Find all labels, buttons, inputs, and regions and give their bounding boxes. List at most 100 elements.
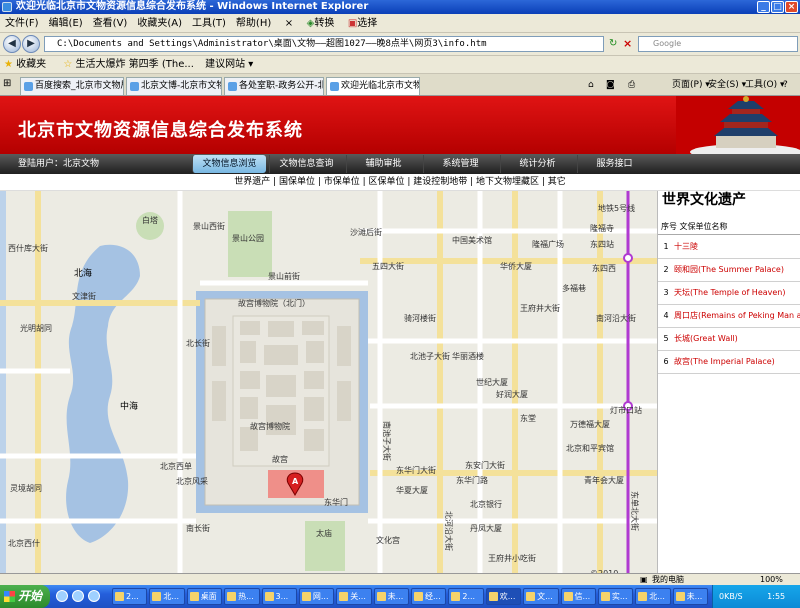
taskbar-button-label: 未...	[387, 592, 404, 601]
table-row[interactable]: 3 天坛(The Temple of Heaven)	[658, 282, 800, 305]
category-subnav[interactable]: 世界遗产 | 国保单位 | 市保单位 | 区保单位 | 建设控制地带 | 地下文…	[0, 174, 800, 191]
nav-system[interactable]: 系统管理	[423, 155, 497, 173]
table-row[interactable]: 5 长城(Great Wall)	[658, 328, 800, 351]
taskbar-window-button[interactable]: 2...	[448, 588, 484, 605]
table-row[interactable]: 1 十三陵	[658, 236, 800, 259]
close-window-button[interactable]: ×	[785, 1, 798, 13]
maximize-button[interactable]: □	[771, 1, 784, 13]
taskbar-window-button[interactable]: 文...	[523, 588, 559, 605]
nav-service[interactable]: 服务接口	[577, 155, 651, 173]
taskbar-window-button[interactable]: 北...	[149, 588, 185, 605]
panel-table-header: 序号 文保单位名称	[658, 219, 800, 235]
zoom-level[interactable]: 100%	[760, 574, 783, 585]
address-input[interactable]: C:\Documents and Settings\Administrator\…	[44, 36, 604, 52]
tab-baidu[interactable]: 百度搜索_北京市文物局	[20, 77, 124, 95]
site-link[interactable]: 故宫(The Imperial Palace)	[674, 357, 775, 366]
start-button[interactable]: 开始	[0, 585, 50, 608]
map-label: 北京西单	[160, 461, 192, 471]
taskbar-window-button[interactable]: 3...	[261, 588, 297, 605]
menu-close-x[interactable]: ×	[280, 14, 298, 33]
system-tray[interactable]: 0KB/S 1:55	[712, 585, 800, 608]
taskbar-window-button[interactable]: 未...	[373, 588, 409, 605]
map-label: 王府井小吃街	[488, 553, 536, 563]
tab-government[interactable]: 各处室职-政务公开-北京...	[224, 77, 324, 95]
feed-icon[interactable]: ◙	[606, 76, 615, 94]
menu-help[interactable]: 帮助(H)	[231, 14, 276, 33]
menu-view[interactable]: 查看(V)	[88, 14, 133, 33]
category-links[interactable]: 世界遗产 | 国保单位 | 市保单位 | 区保单位 | 建设控制地带 | 地下文…	[234, 177, 566, 187]
taskbar-window-button[interactable]: 网...	[298, 588, 335, 605]
map-label: 丹凤大厦	[470, 523, 502, 533]
taskbar-button-label: 关...	[350, 592, 366, 601]
help-icon[interactable]: ?	[783, 76, 788, 94]
nav-statistics[interactable]: 统计分析	[500, 155, 574, 173]
ie-quicklaunch-icon[interactable]	[56, 590, 68, 602]
map-label: 多福巷	[562, 283, 586, 293]
window-icon	[600, 592, 610, 601]
refresh-icon[interactable]: ↻	[609, 38, 617, 49]
desktop-quicklaunch-icon[interactable]	[72, 590, 84, 602]
tools-menu[interactable]: 工具(O) ▾	[745, 76, 785, 94]
map-label: 中国美术馆	[452, 235, 492, 245]
taskbar-window-button[interactable]: 关...	[336, 588, 372, 605]
taskbar-window-button[interactable]: 未...	[672, 588, 708, 605]
table-row[interactable]: 4 周口店(Remains of Peking Man at Zhoukoudia…	[658, 305, 800, 328]
taskbar-button-label: 北...	[649, 592, 665, 601]
map-canvas[interactable]: A 西什库大街 中海 北海 白塔 景山公园 景山西街 景山前街 故宫博物院（北门…	[0, 191, 657, 580]
site-link[interactable]: 颐和园(The Summer Palace)	[674, 265, 784, 274]
taskbar-window-button[interactable]: 2...	[112, 588, 148, 605]
window-title-bar[interactable]: 欢迎光临北京市文物资源信息综合发布系统 - Windows Internet E…	[0, 0, 800, 14]
search-placeholder: Google	[653, 39, 682, 48]
favorites-button[interactable]: ★ 收藏夹	[0, 59, 46, 70]
window-title: 欢迎光临北京市文物资源信息综合发布系统 - Windows Internet E…	[16, 1, 369, 12]
site-link[interactable]: 长城(Great Wall)	[674, 334, 738, 343]
site-link[interactable]: 天坛(The Temple of Heaven)	[674, 288, 786, 297]
home-icon[interactable]: ⌂	[588, 76, 594, 94]
map-label: 北海	[74, 267, 92, 279]
table-row[interactable]: 2 颐和园(The Summer Palace)	[658, 259, 800, 282]
media-quicklaunch-icon[interactable]	[88, 590, 100, 602]
taskbar-button-label: 未...	[686, 592, 703, 601]
table-row[interactable]: 6 故宫(The Imperial Palace)	[658, 351, 800, 374]
taskbar-window-button[interactable]: 热...	[224, 588, 260, 605]
zone-icon: ▣	[640, 575, 648, 584]
stop-icon[interactable]: ×	[623, 37, 632, 50]
minimize-button[interactable]: _	[757, 1, 770, 13]
taskbar-window-button[interactable]: 信...	[560, 588, 596, 605]
site-link[interactable]: 周口店(Remains of Peking Man at Zhoukoudian…	[674, 311, 800, 320]
nav-approval[interactable]: 辅助审批	[346, 155, 420, 173]
tab-beijing-wenbo[interactable]: 北京文博-北京市文物局...	[126, 77, 222, 95]
quick-tabs-icon[interactable]: ⊞	[3, 78, 11, 89]
search-input[interactable]: Google	[638, 36, 798, 52]
taskbar-window-button[interactable]: 经...	[411, 588, 447, 605]
taskbar-window-button[interactable]: 实...	[597, 588, 634, 605]
taskbar-window-button[interactable]: 北...	[635, 588, 671, 605]
map-label: 青年会大厦	[584, 475, 624, 485]
page-menu[interactable]: 页面(P) ▾	[672, 76, 710, 94]
back-button[interactable]: ◀	[3, 35, 21, 53]
favorites-bar: ★ 收藏夹 ☆ 生活大爆炸 第四季 (The... 建议网站 ▾	[0, 56, 800, 74]
select-button[interactable]: ▣选择	[343, 14, 382, 33]
menu-file[interactable]: 文件(F)	[0, 14, 44, 33]
site-title: 北京市文物资源信息综合发布系统	[18, 120, 303, 141]
map-label: 北河沿大街	[444, 511, 454, 551]
forward-button[interactable]: ▶	[22, 35, 40, 53]
map-label: 沙滩后街	[350, 227, 382, 237]
nav-browse[interactable]: 文物信息浏览	[192, 155, 266, 173]
taskbar-window-button[interactable]: 欢...	[485, 588, 522, 605]
taskbar-window-button[interactable]: 桌面	[186, 588, 223, 605]
safety-menu[interactable]: 安全(S) ▾	[708, 76, 746, 94]
suggested-sites-link[interactable]: 建议网站 ▾	[197, 59, 253, 70]
site-link[interactable]: 十三陵	[674, 242, 698, 251]
map-label: 景山公园	[232, 233, 264, 243]
menu-edit[interactable]: 编辑(E)	[44, 14, 88, 33]
print-icon[interactable]: ⎙	[628, 76, 635, 94]
menu-favorites[interactable]: 收藏夹(A)	[132, 14, 187, 33]
map-view[interactable]: A 西什库大街 中海 北海 白塔 景山公园 景山西街 景山前街 故宫博物院（北门…	[0, 191, 657, 580]
tab-welcome[interactable]: 欢迎光临北京市文物...	[326, 77, 420, 95]
favorite-link-bigbang[interactable]: ☆ 生活大爆炸 第四季 (The...	[49, 59, 194, 70]
menu-tools[interactable]: 工具(T)	[187, 14, 231, 33]
nav-query[interactable]: 文物信息查询	[269, 155, 343, 173]
taskbar-button-label: 北...	[163, 592, 180, 601]
convert-button[interactable]: ◈转换	[302, 14, 340, 33]
